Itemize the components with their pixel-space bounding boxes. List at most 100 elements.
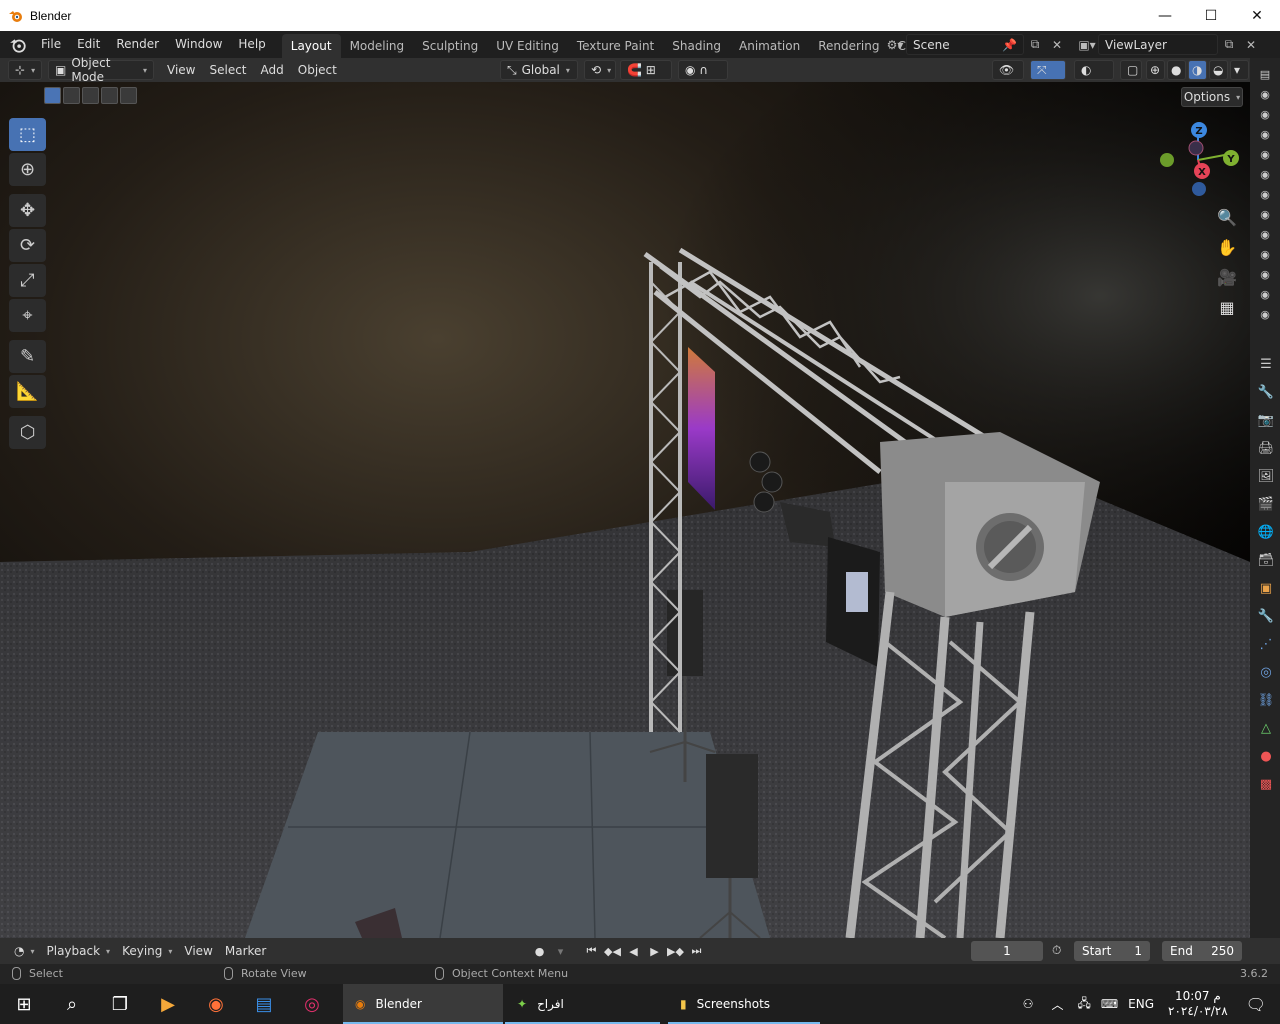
select-invert-button[interactable] bbox=[101, 87, 118, 104]
output-properties-icon[interactable]: 🖨 bbox=[1252, 434, 1280, 462]
maximize-button[interactable]: ☐ bbox=[1188, 0, 1234, 31]
rotate-tool[interactable]: ⟳ bbox=[9, 229, 46, 262]
tray-chevron-icon[interactable]: ︿ bbox=[1051, 996, 1063, 1013]
gizmo-toggle[interactable]: ⤧ bbox=[1030, 60, 1066, 80]
particles-properties-icon[interactable]: ⋰ bbox=[1252, 630, 1280, 658]
people-icon[interactable]: ⚇ bbox=[1023, 997, 1034, 1011]
search-icon[interactable]: ⌕ bbox=[48, 984, 96, 1024]
viewlayer-name-field[interactable]: ViewLayer bbox=[1098, 34, 1218, 55]
outliner-camera-icon[interactable]: ◉ bbox=[1250, 104, 1280, 124]
constraints-properties-icon[interactable]: ⛓ bbox=[1252, 686, 1280, 714]
select-extend-button[interactable] bbox=[63, 87, 80, 104]
menu-file[interactable]: File bbox=[33, 31, 69, 58]
xray-toggle[interactable]: ▢ bbox=[1120, 60, 1142, 80]
select-subtract-button[interactable] bbox=[82, 87, 99, 104]
firefox-icon[interactable]: ◉ bbox=[192, 984, 240, 1024]
menu-add[interactable]: Add bbox=[254, 63, 291, 77]
start-frame-field[interactable]: Start 1 bbox=[1074, 941, 1150, 961]
solid-shading-button[interactable]: ● bbox=[1167, 60, 1186, 80]
notifications-icon[interactable]: 🗨 bbox=[1246, 995, 1266, 1014]
material-properties-icon[interactable]: ● bbox=[1252, 742, 1280, 770]
autokey-dropdown-icon[interactable]: ▾ bbox=[551, 941, 570, 961]
end-frame-field[interactable]: End 250 bbox=[1162, 941, 1242, 961]
zoom-icon[interactable]: 🔍 bbox=[1214, 202, 1240, 232]
annotate-tool[interactable]: ✎ bbox=[9, 340, 46, 373]
network-icon[interactable]: 🖧 bbox=[1077, 994, 1090, 1015]
render-properties-icon[interactable]: 📷 bbox=[1252, 406, 1280, 434]
render-camera-icon[interactable]: ▤ bbox=[1250, 64, 1280, 84]
delete-scene-icon[interactable]: ✕ bbox=[1046, 34, 1068, 55]
scene-name-field[interactable]: Scene 📌 bbox=[906, 34, 1024, 55]
world-properties-icon[interactable]: 🌐 bbox=[1252, 518, 1280, 546]
select-intersect-button[interactable] bbox=[120, 87, 137, 104]
outliner-camera-icon[interactable]: ◉ bbox=[1250, 84, 1280, 104]
scene-browse-icon[interactable]: ⚙▾ bbox=[884, 34, 906, 55]
menu-object[interactable]: Object bbox=[291, 63, 344, 77]
language-indicator[interactable]: ENG bbox=[1128, 997, 1154, 1011]
tab-modeling[interactable]: Modeling bbox=[341, 34, 414, 58]
editor-type-dropdown[interactable]: ⊹ ▾ bbox=[8, 60, 42, 80]
menu-view[interactable]: View bbox=[160, 63, 202, 77]
new-viewlayer-icon[interactable]: ⧉ bbox=[1218, 34, 1240, 55]
measure-tool[interactable]: 📐 bbox=[9, 375, 46, 408]
jump-start-icon[interactable]: ⏮ bbox=[582, 941, 601, 961]
pin-icon[interactable]: 📌 bbox=[1002, 38, 1017, 52]
navigation-gizmo[interactable]: Z Y X bbox=[1150, 118, 1245, 203]
viewlayer-browse-icon[interactable]: ▣▾ bbox=[1076, 34, 1098, 55]
menu-keying[interactable]: Keying ▾ bbox=[116, 944, 178, 958]
texture-properties-icon[interactable]: ▩ bbox=[1252, 770, 1280, 798]
outliner-camera-icon[interactable]: ◉ bbox=[1250, 264, 1280, 284]
options-dropdown[interactable]: Options ▾ bbox=[1181, 87, 1243, 107]
snap-toggle[interactable]: 🧲 ⊞ bbox=[620, 60, 672, 80]
keyboard-icon[interactable]: ⌨ bbox=[1101, 997, 1118, 1011]
play-icon[interactable]: ▶ bbox=[645, 941, 664, 961]
tab-uv-editing[interactable]: UV Editing bbox=[487, 34, 568, 58]
outliner-camera-icon[interactable]: ◉ bbox=[1250, 204, 1280, 224]
transform-tool[interactable]: ⌖ bbox=[9, 299, 46, 332]
next-keyframe-icon[interactable]: ▶◆ bbox=[666, 941, 685, 961]
modifier-properties-icon[interactable]: 🔧 bbox=[1252, 602, 1280, 630]
clock[interactable]: 10:07 م ٢٠٢٤/٠٣/٢٨ bbox=[1168, 989, 1228, 1019]
tab-sculpting[interactable]: Sculpting bbox=[413, 34, 487, 58]
select-box-tool[interactable]: ⬚ bbox=[9, 118, 46, 151]
taskbar-app-screenshots[interactable]: ▮ Screenshots bbox=[668, 984, 820, 1024]
rendered-shading-button[interactable]: ◒ bbox=[1209, 60, 1228, 80]
taskbar-app-afrah[interactable]: ✦ افراح bbox=[505, 984, 660, 1024]
outliner-camera-icon[interactable]: ◉ bbox=[1250, 224, 1280, 244]
outliner-camera-icon[interactable]: ◉ bbox=[1250, 304, 1280, 324]
menu-playback[interactable]: Playback ▾ bbox=[41, 944, 117, 958]
menu-marker[interactable]: Marker bbox=[219, 944, 272, 958]
new-scene-icon[interactable]: ⧉ bbox=[1024, 34, 1046, 55]
prev-keyframe-icon[interactable]: ◆◀ bbox=[603, 941, 622, 961]
mode-dropdown[interactable]: ▣ Object Mode ▾ bbox=[48, 56, 154, 84]
scene-properties-icon[interactable]: 🎬 bbox=[1252, 490, 1280, 518]
wireframe-shading-button[interactable]: ⊕ bbox=[1146, 60, 1165, 80]
timeline-editor-type-dropdown[interactable]: ◔ ▾ bbox=[8, 944, 41, 958]
visibility-dropdown[interactable]: 👁 bbox=[992, 60, 1024, 80]
tool-properties-icon[interactable]: 🔧 bbox=[1252, 378, 1280, 406]
collection-properties-icon[interactable]: 🗃 bbox=[1252, 546, 1280, 574]
blender-menu-icon[interactable] bbox=[9, 36, 27, 54]
overlay-toggle[interactable]: ◐ bbox=[1074, 60, 1114, 80]
shading-options-dropdown[interactable]: ▾ bbox=[1230, 60, 1249, 80]
proportional-edit-toggle[interactable]: ◉ ∩ bbox=[678, 60, 728, 80]
menu-timeline-view[interactable]: View bbox=[178, 944, 218, 958]
start-icon[interactable]: ⊞ bbox=[0, 984, 48, 1024]
tab-shading[interactable]: Shading bbox=[663, 34, 730, 58]
3d-viewport[interactable]: ⬚ ⊕ ✥ ⟳ ⤢ ⌖ ✎ 📐 ⬡ Options ▾ Z Y X 🔍 ✋ 🎥 … bbox=[0, 82, 1250, 938]
delete-viewlayer-icon[interactable]: ✕ bbox=[1240, 34, 1262, 55]
menu-edit[interactable]: Edit bbox=[69, 31, 108, 58]
preview-range-icon[interactable]: ⏱ bbox=[1052, 943, 1061, 958]
store-icon[interactable]: ▤ bbox=[240, 984, 288, 1024]
outliner-camera-icon[interactable]: ◉ bbox=[1250, 124, 1280, 144]
menu-help[interactable]: Help bbox=[230, 31, 273, 58]
outliner-camera-icon[interactable]: ◉ bbox=[1250, 244, 1280, 264]
menu-render[interactable]: Render bbox=[108, 31, 167, 58]
tab-rendering[interactable]: Rendering bbox=[809, 34, 888, 58]
menu-window[interactable]: Window bbox=[167, 31, 230, 58]
neg-x-axis-icon[interactable] bbox=[1188, 140, 1204, 156]
object-properties-icon[interactable]: ▣ bbox=[1252, 574, 1280, 602]
pan-hand-icon[interactable]: ✋ bbox=[1214, 232, 1240, 262]
material-shading-button[interactable]: ◑ bbox=[1188, 60, 1207, 80]
outliner-camera-icon[interactable]: ◉ bbox=[1250, 164, 1280, 184]
